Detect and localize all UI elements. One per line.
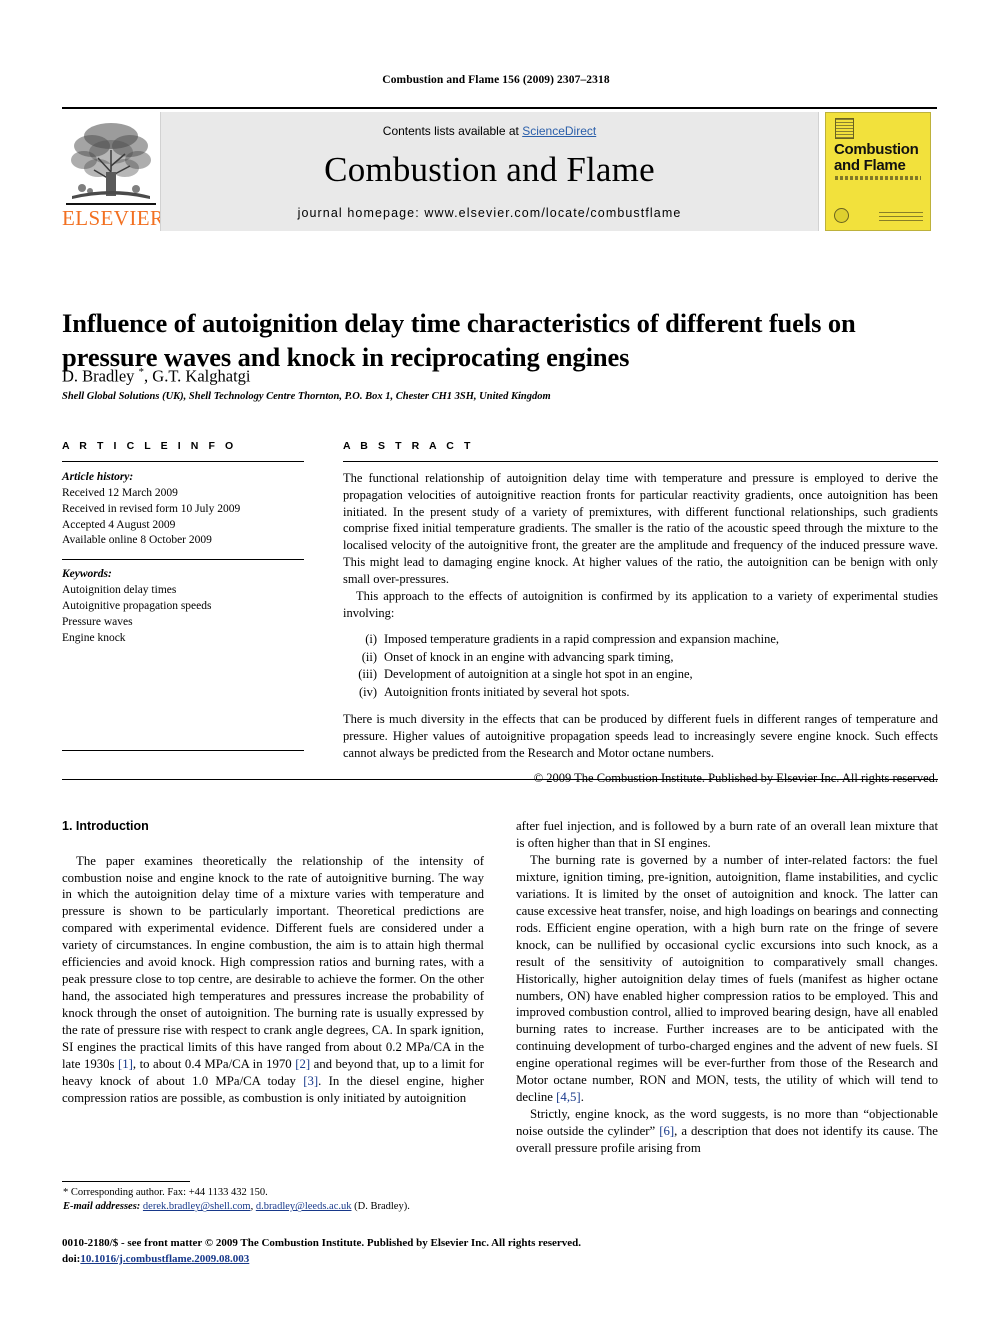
abstract-list: (i) Imposed temperature gradients in a ra… (343, 631, 938, 701)
article-info-bottom-rule (62, 750, 304, 751)
publisher-footer: 0010-2180/$ - see front matter © 2009 Th… (62, 1236, 938, 1267)
page-title: Influence of autoignition delay time cha… (62, 307, 856, 373)
list-item-number: (iii) (358, 667, 377, 682)
citation-ref[interactable]: [3] (303, 1074, 318, 1088)
keyword-item: Autoignitive propagation speeds (62, 600, 212, 613)
article-info-rule (62, 461, 304, 462)
article-history-item: Available online 8 October 2009 (62, 534, 212, 547)
keyword-item: Pressure waves (62, 615, 133, 628)
article-history-item: Received in revised form 10 July 2009 (62, 502, 241, 515)
abstract-paragraph: There is much diversity in the effects t… (343, 712, 938, 760)
citation-ref[interactable]: [4,5] (556, 1090, 581, 1104)
abstract-bottom-rule (62, 779, 938, 780)
keyword-item: Autoignition delay times (62, 584, 177, 597)
doi-link[interactable]: 10.1016/j.combustflame.2009.08.003 (80, 1253, 249, 1265)
list-item: (iii) Development of autoignition at a si… (343, 666, 938, 684)
list-item: (iv) Autoignition fronts initiated by sev… (343, 684, 938, 702)
email-link-secondary[interactable]: d.bradley@leeds.ac.uk (256, 1201, 352, 1212)
list-item: (ii) Onset of knock in an engine with adv… (343, 649, 938, 667)
abstract-paragraph: This approach to the effects of autoigni… (343, 588, 938, 620)
article-history-item: Received 12 March 2009 (62, 486, 178, 499)
abstract-rule (343, 461, 938, 462)
email-label: E-mail addresses: (63, 1201, 141, 1213)
issn-front-matter: 0010-2180/$ - see front matter © 2009 Th… (62, 1237, 582, 1249)
abstract-heading: A B S T R A C T (343, 440, 474, 452)
citation-ref[interactable]: [1] (118, 1057, 133, 1071)
footnote-block: * Corresponding author. Fax: +44 1133 43… (62, 1181, 484, 1215)
doi-line: doi:10.1016/j.combustflame.2009.08.003 (62, 1252, 938, 1268)
citation-ref[interactable]: [2] (295, 1057, 310, 1071)
list-item-number: (i) (365, 632, 377, 647)
elsevier-divider (66, 203, 156, 205)
contents-prefix: Contents lists available at (382, 124, 523, 138)
sciencedirect-link[interactable]: ScienceDirect (522, 124, 596, 138)
elsevier-tree-icon (71, 123, 151, 199)
cover-elsevier-icon (835, 118, 854, 139)
doi-label: doi: (62, 1252, 81, 1265)
paper-page: Combustion and Flame 156 (2009) 2307–231… (0, 0, 992, 1323)
article-info-column: A R T I C L E I N F O Article history: R… (62, 440, 304, 647)
running-head: Combustion and Flame 156 (2009) 2307–231… (382, 74, 610, 86)
author-list: D. Bradley *, G.T. Kalghatgi (62, 366, 938, 387)
list-item-text: Development of autoignition at a single … (384, 667, 693, 682)
body-paragraph: after fuel injection, and is followed by… (516, 819, 938, 850)
abstract-paragraph: The functional relationship of autoignit… (343, 471, 938, 586)
list-item-text: Onset of knock in an engine with advanci… (384, 649, 674, 664)
article-history-label: Article history: (62, 471, 134, 483)
journal-title: Combustion and Flame (324, 150, 655, 189)
list-item: (i) Imposed temperature gradients in a ra… (343, 631, 938, 649)
body-column-left: 1. Introduction The paper examines theor… (62, 818, 484, 1107)
abstract-column: A B S T R A C T The functional relations… (343, 440, 938, 786)
cover-footer-strip (879, 212, 923, 221)
email-link-primary[interactable]: derek.bradley@shell.com (143, 1201, 251, 1212)
elsevier-logo: ELSEVIER (62, 112, 165, 231)
corresponding-author-note: * Corresponding author. Fax: +44 1133 43… (62, 1186, 484, 1200)
masthead-center-band: Contents lists available at ScienceDirec… (160, 112, 819, 231)
body-column-right: after fuel injection, and is followed by… (516, 818, 938, 1157)
body-paragraph: Strictly, engine knock, as the word sugg… (516, 1106, 938, 1157)
journal-cover-thumbnail: Combustion and Flame (819, 112, 937, 231)
list-item-number: (iv) (358, 684, 377, 699)
email-note: E-mail addresses: derek.bradley@shell.co… (62, 1200, 484, 1214)
list-item-text: Autoignition fronts initiated by several… (384, 684, 630, 699)
cover-subtitle-strip (835, 176, 921, 180)
email-tail: (D. Bradley). (351, 1201, 410, 1213)
section-heading-introduction: 1. Introduction (62, 819, 149, 833)
list-item-number: (ii) (361, 649, 377, 664)
contents-available-line: Contents lists available at ScienceDirec… (161, 124, 818, 138)
citation-ref[interactable]: [6] (659, 1124, 674, 1138)
article-history-item: Accepted 4 August 2009 (62, 518, 176, 531)
cover-title-line1: Combustion (834, 141, 919, 158)
cover-badge-icon (834, 208, 849, 223)
keywords-rule (62, 559, 304, 561)
footnote-mark: * (63, 1187, 69, 1198)
author-first: D. Bradley (62, 366, 139, 386)
journal-homepage[interactable]: journal homepage: www.elsevier.com/locat… (161, 206, 818, 220)
paragraph-text: The burning rate is governed by a number… (516, 852, 938, 1105)
paragraph-text: The paper examines theoretically the rel… (62, 853, 484, 1071)
paragraph-text: . (580, 1090, 584, 1105)
affiliation: Shell Global Solutions (UK), Shell Techn… (62, 391, 551, 402)
body-paragraph: The burning rate is governed by a number… (516, 852, 938, 1106)
elsevier-wordmark: ELSEVIER (62, 206, 165, 230)
article-info-heading: A R T I C L E I N F O (62, 440, 237, 452)
keyword-item: Engine knock (62, 631, 126, 644)
keywords-label: Keywords: (62, 568, 112, 581)
footnote-text: Corresponding author. Fax: +44 1133 432 … (70, 1187, 268, 1198)
body-paragraph: The paper examines theoretically the rel… (62, 853, 484, 1107)
footnote-divider (62, 1181, 190, 1182)
journal-masthead: ELSEVIER Contents lists available at Sci… (62, 107, 937, 231)
cover-title-line2: and Flame (834, 157, 906, 174)
list-item-text: Imposed temperature gradients in a rapid… (384, 632, 780, 647)
paragraph-text: , to about 0.4 MPa/CA in 1970 (132, 1057, 296, 1071)
author-rest: , G.T. Kalghatgi (144, 366, 251, 386)
